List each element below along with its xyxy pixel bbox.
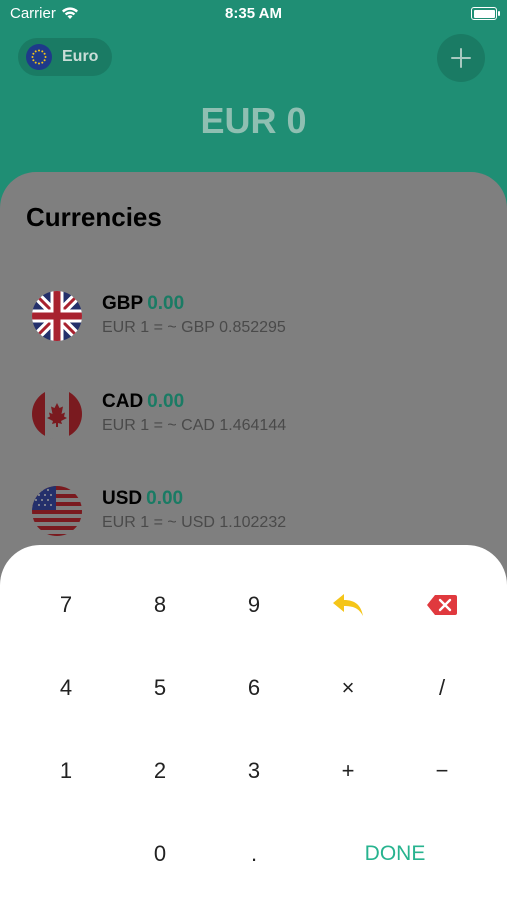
- plus-icon: [451, 48, 471, 68]
- base-amount: EUR 0: [200, 100, 307, 141]
- eu-flag-icon: [26, 44, 52, 70]
- key-plus[interactable]: +: [308, 741, 388, 801]
- key-divide[interactable]: /: [402, 658, 482, 718]
- key-4[interactable]: 4: [26, 658, 106, 718]
- currency-rate: EUR 1 = ~ GBP 0.852295: [102, 319, 286, 336]
- sheet-title: Currencies: [26, 202, 162, 232]
- add-currency-button[interactable]: [437, 34, 485, 82]
- backspace-icon: [427, 595, 457, 615]
- canada-flag-icon: [32, 389, 82, 439]
- currency-rate: EUR 1 = ~ CAD 1.464144: [102, 417, 287, 434]
- base-currency-label: Euro: [62, 48, 99, 65]
- status-time: 8:35 AM: [225, 5, 282, 22]
- currency-row-gbp[interactable]: GBP 0.00 EUR 1 = ~ GBP 0.852295: [32, 291, 472, 351]
- currency-value: 0.00: [146, 488, 184, 509]
- currency-row-usd[interactable]: USD 0.00 EUR 1 = ~ USD 1.102232: [32, 486, 472, 546]
- key-0[interactable]: 0: [120, 824, 200, 884]
- undo-icon: [333, 594, 363, 616]
- currency-code: GBP: [102, 293, 144, 314]
- currency-code: USD: [102, 488, 143, 509]
- status-bar: Carrier 8:35 AM: [0, 0, 507, 26]
- key-5[interactable]: 5: [120, 658, 200, 718]
- currency-rate: EUR 1 = ~ USD 1.102232: [102, 514, 287, 531]
- key-2[interactable]: 2: [120, 741, 200, 801]
- keypad: 7 8 9 4 5 6 × / 1 2 3 + − 0 . DONE: [0, 545, 507, 900]
- key-minus[interactable]: −: [402, 741, 482, 801]
- uk-flag-icon: [32, 291, 82, 341]
- key-7[interactable]: 7: [26, 575, 106, 635]
- currency-code: CAD: [102, 391, 144, 412]
- battery-icon: [471, 7, 500, 20]
- undo-button[interactable]: [308, 575, 388, 635]
- currency-value: 0.00: [147, 293, 185, 314]
- key-1[interactable]: 1: [26, 741, 106, 801]
- currency-row-cad[interactable]: CAD 0.00 EUR 1 = ~ CAD 1.464144: [32, 389, 472, 449]
- key-multiply[interactable]: ×: [308, 658, 388, 718]
- backspace-button[interactable]: [402, 575, 482, 635]
- key-3[interactable]: 3: [214, 741, 294, 801]
- key-8[interactable]: 8: [120, 575, 200, 635]
- us-flag-icon: [32, 486, 82, 536]
- base-currency-selector[interactable]: Euro: [18, 38, 113, 76]
- currency-value: 0.00: [147, 391, 185, 412]
- key-decimal[interactable]: .: [214, 824, 294, 884]
- key-6[interactable]: 6: [214, 658, 294, 718]
- key-9[interactable]: 9: [214, 575, 294, 635]
- done-button[interactable]: DONE: [345, 824, 445, 884]
